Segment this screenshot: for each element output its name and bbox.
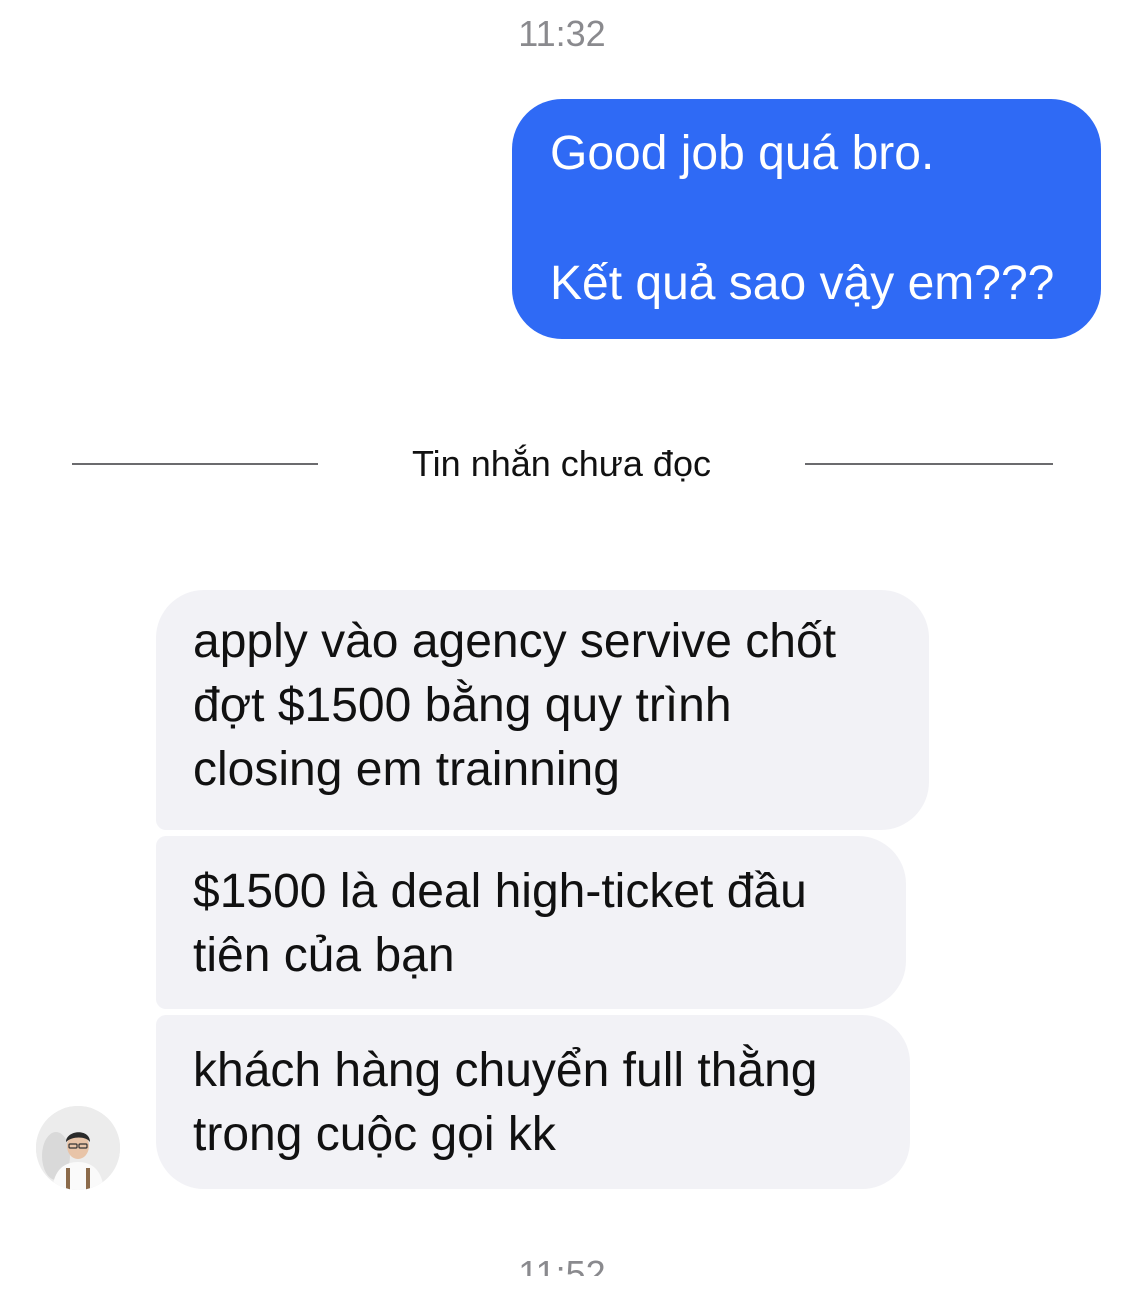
avatar-photo-icon bbox=[36, 1106, 120, 1190]
timestamp-bottom: 11:52 bbox=[518, 1253, 606, 1276]
divider-line-right bbox=[805, 463, 1053, 465]
unread-divider-label: Tin nhắn chưa đọc bbox=[412, 443, 711, 484]
incoming-message-bubble[interactable]: khách hàng chuyển full thằng trong cuộc … bbox=[156, 1015, 910, 1189]
incoming-message-bubble[interactable]: apply vào agency servive chốt đợt $1500 … bbox=[156, 590, 929, 830]
timestamp-top: 11:32 bbox=[518, 13, 606, 54]
incoming-message-bubble[interactable]: $1500 là deal high-ticket đầu tiên của b… bbox=[156, 836, 906, 1009]
contact-avatar-icon[interactable] bbox=[36, 1106, 120, 1190]
outgoing-message-bubble[interactable]: Good job quá bro. Kết quả sao vậy em??? bbox=[512, 99, 1101, 339]
divider-line-left bbox=[72, 463, 318, 465]
unread-divider: Tin nhắn chưa đọc bbox=[72, 440, 1053, 490]
